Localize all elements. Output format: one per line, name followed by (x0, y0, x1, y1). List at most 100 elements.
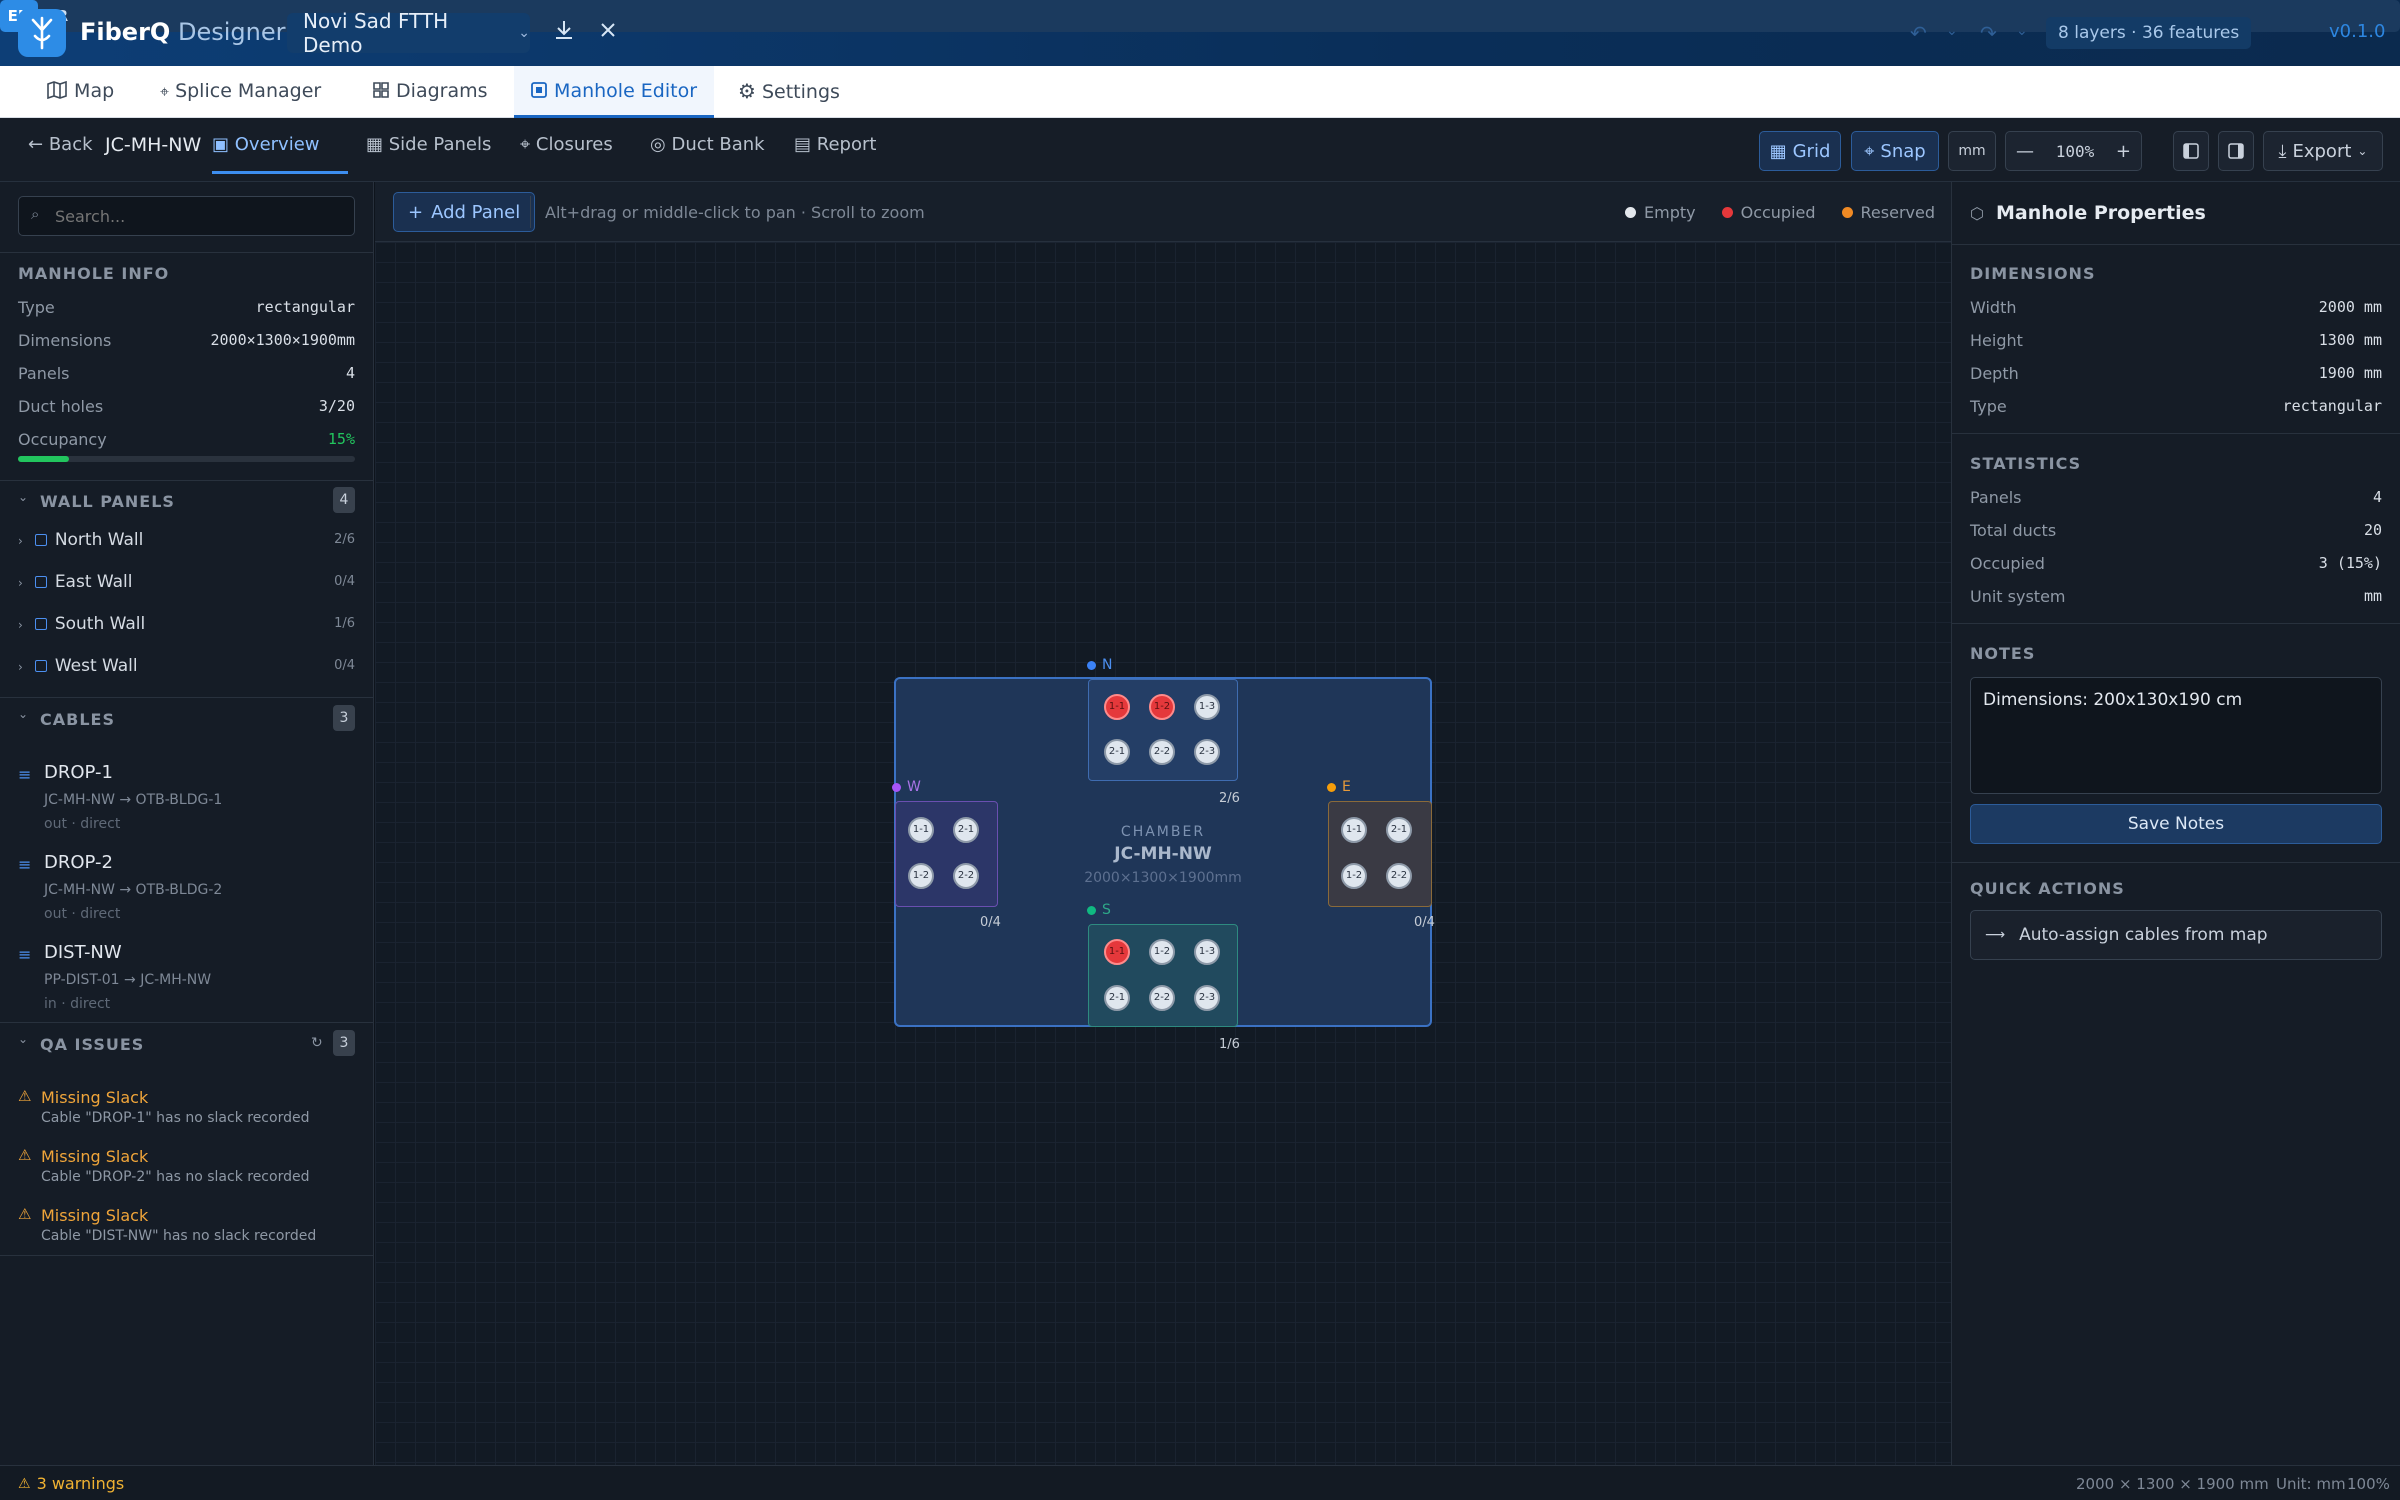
chevron-down-icon[interactable]: ⌄ (1946, 23, 1958, 39)
qa-issues-title[interactable]: QA ISSUES (40, 1035, 144, 1054)
back-label: Back (48, 134, 93, 155)
back-button[interactable]: ← Back (28, 134, 93, 155)
zoom-control: — 100% + (2005, 131, 2142, 171)
subtab-duct-bank[interactable]: ◎ Duct Bank (650, 134, 765, 155)
chevron-down-icon[interactable]: ⌄ (2016, 23, 2028, 39)
duct-hole[interactable]: 2-2 (953, 863, 979, 889)
square-icon (34, 618, 47, 630)
redo-icon[interactable]: ↷ (1980, 21, 1997, 45)
notes-textarea[interactable]: Dimensions: 200x130x190 cm (1970, 677, 2382, 794)
qa-issue-title[interactable]: Missing Slack (41, 1147, 148, 1166)
grid-icon: ▦ (366, 134, 384, 155)
save-notes-button[interactable]: Save Notes (1970, 804, 2382, 844)
tab-settings[interactable]: ⚙ Settings (738, 66, 840, 118)
snap-label: Snap (1880, 140, 1926, 162)
duct-hole[interactable]: 1-3 (1194, 939, 1220, 965)
duct-hole[interactable]: 1-2 (1341, 863, 1367, 889)
properties-title: Manhole Properties (1995, 202, 2206, 224)
stat-total-ducts: Total ducts 20 (1970, 521, 2382, 540)
cables-title[interactable]: CABLES (40, 710, 115, 729)
refresh-icon[interactable]: ↻ (311, 1035, 323, 1051)
search-input[interactable] (55, 203, 345, 229)
toggle-right-panel-button[interactable] (2218, 131, 2254, 171)
subtab-report[interactable]: ▤ Report (794, 134, 876, 155)
duct-hole[interactable]: 2-2 (1149, 985, 1175, 1011)
tab-manhole-editor[interactable]: Manhole Editor (514, 66, 714, 118)
app-brand: FiberQ Designer (80, 18, 285, 46)
legend-swatch (1721, 207, 1733, 218)
tab-splice-manager[interactable]: ⌖ Splice Manager (160, 66, 321, 118)
project-selector[interactable]: Novi Sad FTTH Demo ⌄ (287, 9, 530, 57)
duct-hole[interactable]: 1-2 (908, 863, 934, 889)
editor-canvas[interactable]: + Add Panel Alt+drag or middle-click to p… (375, 182, 1951, 1465)
subtab-side-panels[interactable]: ▦ Side Panels (366, 134, 491, 155)
wall-panel-item[interactable]: › West Wall 0/4 (18, 656, 355, 676)
duct-hole[interactable]: 2-1 (1386, 817, 1412, 843)
square-icon (34, 660, 47, 672)
cable-name[interactable]: DROP-2 (44, 852, 113, 873)
duct-hole[interactable]: 1-1 (908, 817, 934, 843)
duct-hole[interactable]: 2-3 (1194, 985, 1220, 1011)
chevron-down-icon[interactable]: ⌄ (18, 1032, 28, 1046)
duct-hole[interactable]: 2-2 (1386, 863, 1412, 889)
warnings-status[interactable]: ⚠ 3 warnings (18, 1474, 124, 1493)
snap-toggle[interactable]: ⌖ Snap (1851, 131, 1939, 171)
duct-hole[interactable]: 1-3 (1194, 694, 1220, 720)
wall-panel-name: East Wall (54, 572, 133, 592)
duct-hole[interactable]: 1-2 (1149, 694, 1175, 720)
grid-toggle[interactable]: ▦ Grid (1759, 131, 1841, 171)
undo-icon[interactable]: ↶ (1910, 21, 1927, 45)
add-panel-button[interactable]: + Add Panel (393, 192, 536, 232)
duct-hole[interactable]: 1-1 (1341, 817, 1367, 843)
duct-hole[interactable]: 2-1 (1104, 985, 1130, 1011)
cable-name[interactable]: DROP-1 (44, 762, 113, 783)
wall-panel-name: North Wall (54, 530, 144, 550)
legend-item: Occupied (1721, 203, 1816, 222)
wall-panel-count: 1/6 (334, 616, 355, 631)
canvas-toolbar: + Add Panel Alt+drag or middle-click to p… (375, 182, 1951, 242)
cable-icon: ≡ (18, 855, 32, 874)
auto-assign-button[interactable]: ⟶ Auto-assign cables from map (1970, 910, 2382, 960)
duct-hole[interactable]: 1-2 (1149, 939, 1175, 965)
subtab-closures[interactable]: ⌖ Closures (520, 134, 613, 155)
legend-swatch (1625, 207, 1636, 218)
zoom-in-button[interactable]: + (2116, 141, 2131, 162)
wall-panel-item[interactable]: › East Wall 0/4 (18, 572, 355, 592)
chevron-down-icon[interactable]: ⌄ (18, 707, 28, 721)
duct-hole[interactable]: 2-1 (1104, 739, 1130, 765)
east-wall-panel[interactable] (1328, 801, 1432, 907)
duct-hole[interactable]: 2-2 (1149, 739, 1175, 765)
prop-type: Type rectangular (1970, 397, 2382, 416)
qa-issue-title[interactable]: Missing Slack (41, 1088, 148, 1107)
unit-toggle[interactable]: mm (1948, 131, 1996, 171)
download-icon[interactable] (553, 18, 575, 48)
toggle-left-panel-button[interactable] (2173, 131, 2209, 171)
warning-icon: ⚠ (18, 1475, 31, 1492)
subtab-overview-label: Overview (234, 134, 320, 155)
wall-panel-item[interactable]: › North Wall 2/6 (18, 530, 355, 550)
duct-hole[interactable]: 1-1 (1104, 694, 1130, 720)
tab-diagrams[interactable]: Diagrams (372, 66, 488, 118)
prop-depth: Depth 1900 mm (1970, 364, 2382, 383)
fiberq-logo (18, 9, 66, 57)
cable-name[interactable]: DIST-NW (44, 942, 122, 963)
west-wall-panel[interactable] (895, 801, 998, 907)
warning-icon: ⚠ (18, 1146, 32, 1164)
close-icon[interactable] (598, 19, 618, 47)
subtab-overview[interactable]: ▣ Overview (212, 118, 348, 174)
manhole-id: JC-MH-NW (105, 134, 202, 156)
export-button[interactable]: ⤓ Export ⌄ (2263, 131, 2383, 171)
info-duct-holes: Duct holes 3/20 (18, 397, 355, 416)
zoom-out-button[interactable]: — (2016, 141, 2034, 162)
duct-hole[interactable]: 1-1 (1104, 939, 1130, 965)
wall-panel-item[interactable]: › South Wall 1/6 (18, 614, 355, 634)
duct-hole[interactable]: 2-1 (953, 817, 979, 843)
wall-panels-title[interactable]: WALL PANELS (40, 492, 175, 511)
left-sidebar: ⌕ MANHOLE INFO Typerectangular Dimension… (0, 182, 374, 1465)
info-dimensions: Dimensions 2000×1300×1900mm (18, 331, 355, 350)
tab-map[interactable]: Map (30, 66, 138, 118)
qa-issue-title[interactable]: Missing Slack (41, 1206, 148, 1225)
status-zoom: 100% (2347, 1475, 2390, 1493)
duct-hole[interactable]: 2-3 (1194, 739, 1220, 765)
chevron-down-icon[interactable]: ⌄ (18, 490, 28, 504)
